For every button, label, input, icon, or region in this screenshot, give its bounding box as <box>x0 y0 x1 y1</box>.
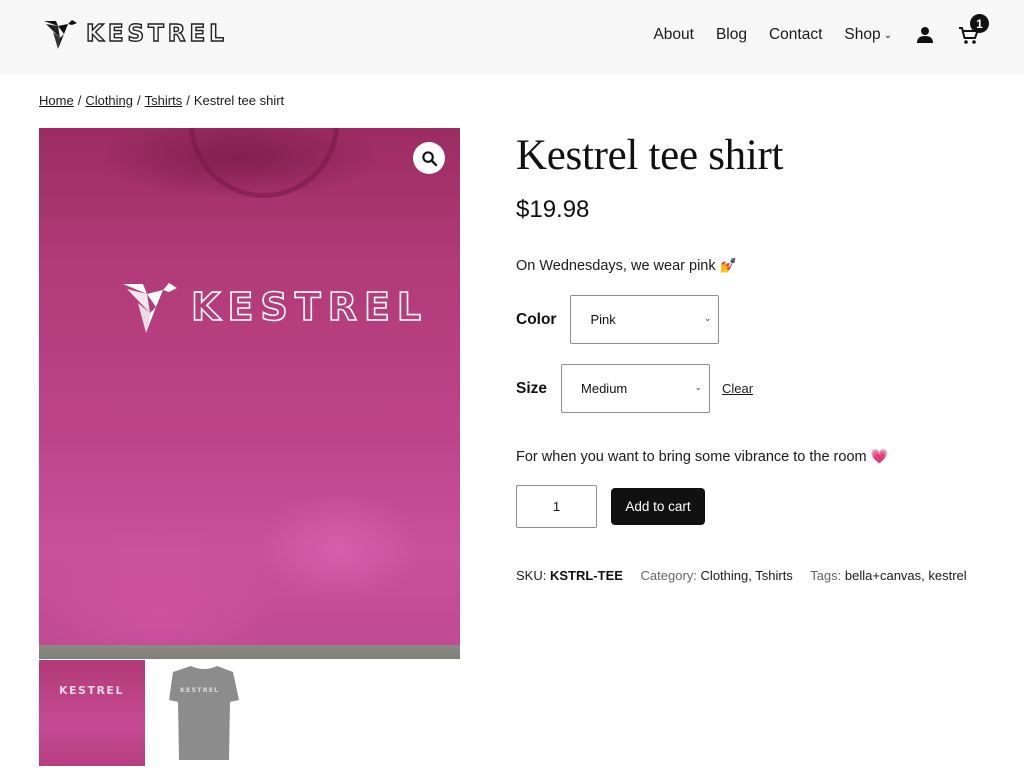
breadcrumb: Home / Clothing / Tshirts / Kestrel tee shirt <box>39 93 284 108</box>
color-label: Color <box>516 310 557 328</box>
kestrel-bird-print-icon <box>123 283 177 333</box>
logo-text: KESTREL <box>85 20 228 47</box>
shirt-print-text: KESTREL <box>190 284 429 330</box>
add-to-cart-button[interactable]: Add to cart <box>611 488 705 525</box>
tags-label: Tags: <box>810 568 842 583</box>
site-logo[interactable]: KESTREL <box>44 18 228 50</box>
shirt-collar <box>189 128 339 198</box>
breadcrumb-home[interactable]: Home <box>39 93 74 108</box>
tag-link-kestrel[interactable]: kestrel <box>928 568 966 583</box>
breadcrumb-separator: / <box>137 93 141 108</box>
product-price: $19.98 <box>516 195 590 223</box>
pink-heart-emoji-icon: 💗 <box>870 448 889 464</box>
nav-shop[interactable]: Shop ⌄ <box>844 26 892 44</box>
short-description: On Wednesdays, we wear pink 💅 <box>516 257 737 274</box>
tag-link-bella-canvas[interactable]: bella+canvas <box>845 568 921 583</box>
kestrel-bird-logo-icon <box>44 20 77 49</box>
variation-color-row: Color Pink ⌄ <box>516 295 720 344</box>
short-description-text: On Wednesdays, we wear pink <box>516 258 716 274</box>
chevron-down-icon: ⌄ <box>883 30 892 41</box>
breadcrumb-current: Kestrel tee shirt <box>193 93 285 108</box>
variation-description-text: For when you want to bring some vibrance… <box>516 449 867 465</box>
quantity-input[interactable] <box>516 485 597 528</box>
nav-contact[interactable]: Contact <box>769 26 822 44</box>
category-label: Category: <box>640 568 697 583</box>
color-select[interactable]: Pink ⌄ <box>570 295 720 344</box>
product-summary: Kestrel tee shirt $19.98 On Wednesdays, … <box>516 128 986 583</box>
color-select-value: Pink <box>590 312 616 327</box>
cart-count-badge: 1 <box>970 14 989 33</box>
thumbnail-pink[interactable]: KESTREL <box>39 660 145 766</box>
site-header: KESTREL About Blog Contact Shop ⌄ 1 <box>0 0 1024 75</box>
product-main-image[interactable]: KESTREL <box>39 128 460 659</box>
thumbnail-gray[interactable]: KESTREL <box>151 660 257 766</box>
nail-polish-emoji-icon: 💅 <box>719 257 738 273</box>
size-label: Size <box>516 379 548 397</box>
sku: SKU: KSTRL-TEE <box>516 568 623 583</box>
category-link-clothing[interactable]: Clothing <box>701 568 749 583</box>
breadcrumb-tshirts[interactable]: Tshirts <box>145 93 183 108</box>
nav-shop-label: Shop <box>844 26 881 43</box>
nav-about[interactable]: About <box>653 26 694 44</box>
clear-variations-link[interactable]: Clear <box>722 381 753 396</box>
primary-nav: About Blog Contact Shop ⌄ 1 <box>653 14 989 52</box>
thumbnail-print-text: KESTREL <box>59 684 124 697</box>
magnifier-icon <box>421 150 437 166</box>
breadcrumb-clothing[interactable]: Clothing <box>85 93 133 108</box>
category-link-tshirts[interactable]: Tshirts <box>755 568 793 583</box>
breadcrumb-separator: / <box>77 93 82 108</box>
categories: Category: Clothing, Tshirts <box>641 568 793 583</box>
breadcrumb-separator: / <box>186 93 190 108</box>
variation-size-row: Size Medium ⌄ Clear <box>516 364 753 413</box>
product-title: Kestrel tee shirt <box>516 132 784 179</box>
nav-blog[interactable]: Blog <box>716 26 747 44</box>
floor-background <box>39 645 460 659</box>
size-select[interactable]: Medium ⌄ <box>561 364 711 413</box>
tags: Tags: bella+canvas, kestrel <box>810 568 966 583</box>
gray-tshirt-image <box>169 666 239 760</box>
variation-description: For when you want to bring some vibrance… <box>516 448 888 465</box>
thumbnail-print-text: KESTREL <box>180 686 220 694</box>
sku-value: KSTRL-TEE <box>549 568 623 583</box>
shirt-print: KESTREL <box>123 280 428 334</box>
product-meta: SKU: KSTRL-TEE Category: Clothing, Tshir… <box>516 568 981 583</box>
cart-button[interactable]: 1 <box>958 14 989 46</box>
chevron-down-icon: ⌄ <box>694 382 703 392</box>
size-select-value: Medium <box>581 381 628 396</box>
image-zoom-button[interactable] <box>413 142 445 174</box>
chevron-down-icon: ⌄ <box>703 313 712 323</box>
sku-label: SKU: <box>516 568 547 583</box>
user-icon[interactable] <box>916 26 934 44</box>
